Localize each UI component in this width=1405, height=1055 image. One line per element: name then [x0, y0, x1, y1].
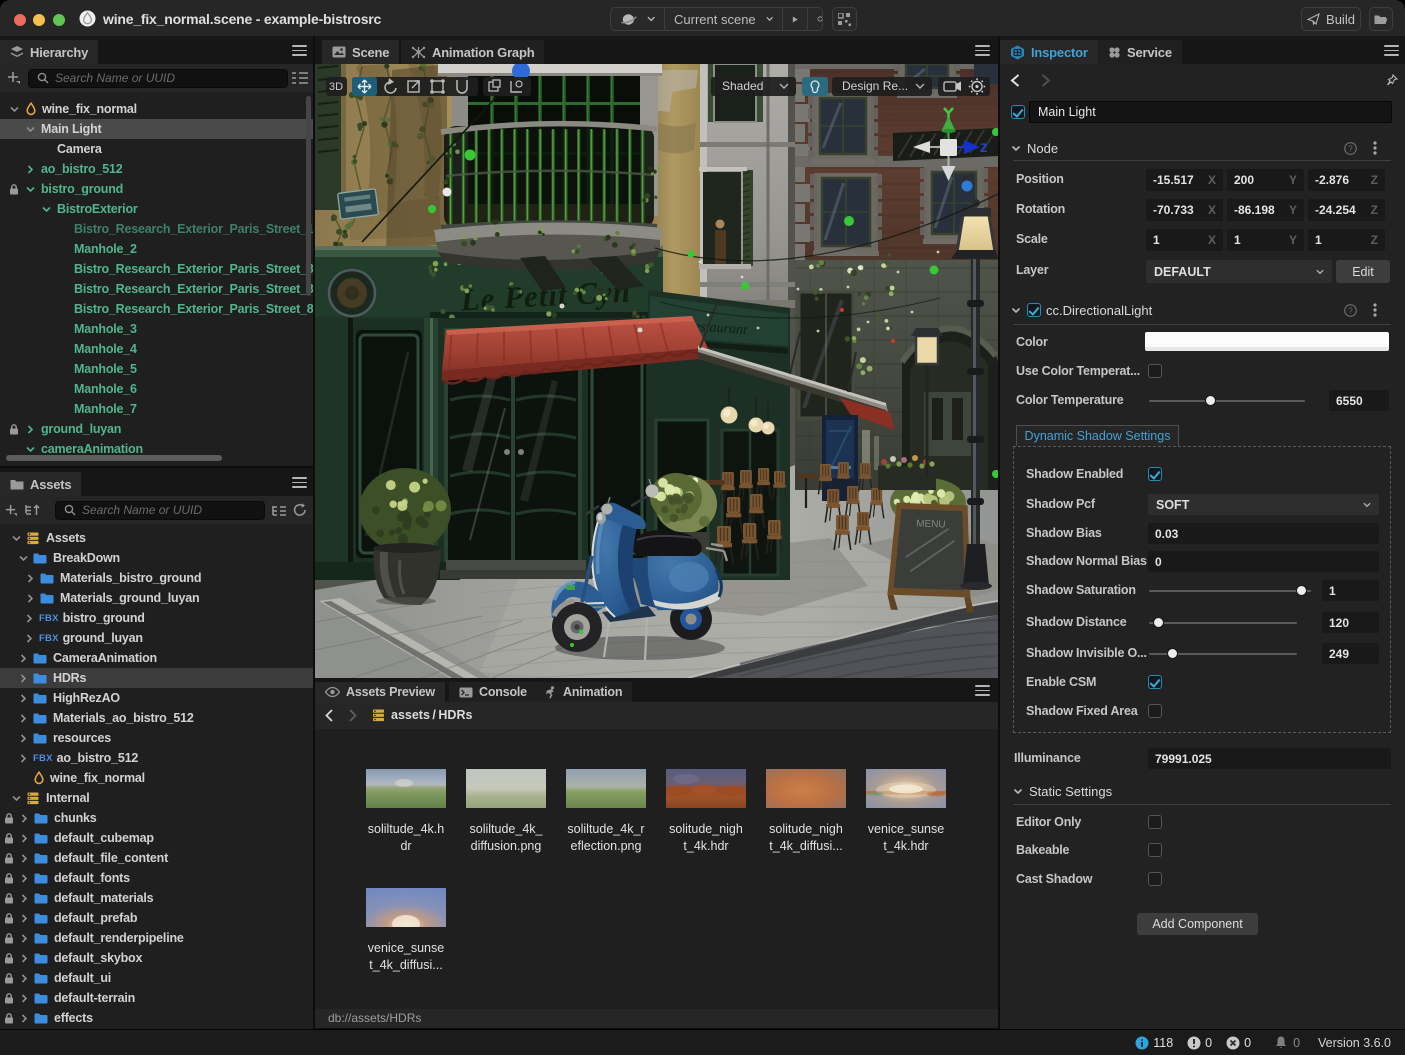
svg-text:MENU: MENU	[916, 519, 946, 531]
svg-text:Z: Z	[980, 141, 987, 155]
svg-text:Design Re...: Design Re...	[842, 79, 908, 93]
svg-text:3D: 3D	[329, 81, 343, 93]
svg-text:?: ?	[1348, 306, 1353, 315]
svg-text:Shaded: Shaded	[722, 79, 763, 93]
svg-text:?: ?	[1348, 144, 1353, 153]
